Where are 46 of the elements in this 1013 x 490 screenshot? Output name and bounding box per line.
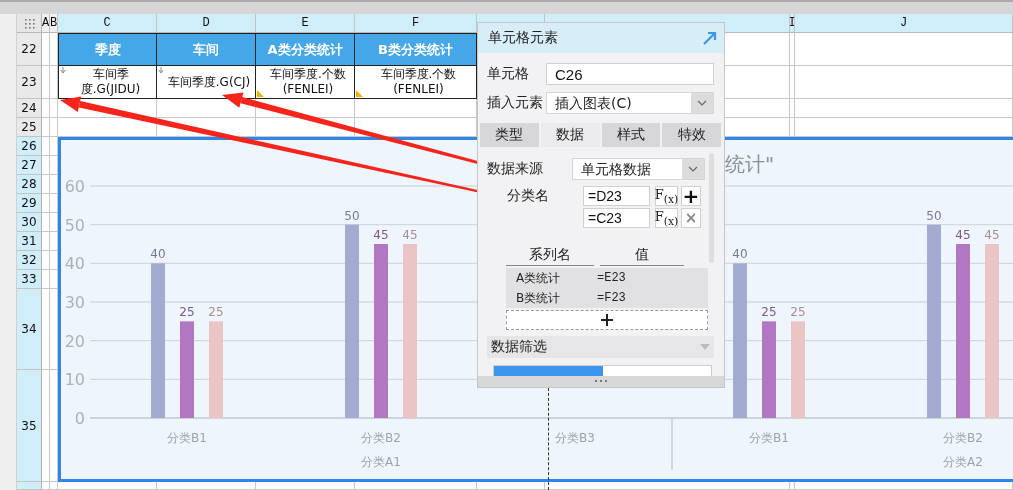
- category-label: 分类B1: [167, 431, 207, 445]
- axis-label: 30: [64, 293, 85, 312]
- table-cell-text: 车间季度.G(JIDU): [79, 67, 142, 97]
- category-label: 分类B1: [749, 431, 789, 445]
- table-header-cell: 季度: [58, 33, 157, 66]
- data-label: 45: [984, 228, 1000, 242]
- table-header-cell: B类分类统计: [355, 33, 477, 66]
- data-label: 50: [344, 208, 360, 223]
- table-header-cell: A类分类统计: [256, 33, 355, 66]
- series-name: B类统计: [515, 289, 562, 307]
- field-label: 数据来源: [487, 160, 544, 178]
- series-value: =F23: [597, 291, 626, 305]
- group-label: 分类A1: [361, 455, 401, 469]
- data-label: 45: [402, 228, 418, 242]
- axis-label: 0: [74, 409, 85, 428]
- axis-label: 40: [64, 254, 85, 274]
- data-label: 25: [761, 305, 777, 320]
- series-name: A类统计: [515, 269, 562, 287]
- category-label: 分类B2: [943, 431, 983, 445]
- panel-title: 单元格元素: [488, 29, 558, 47]
- axis-label: 20: [64, 331, 85, 351]
- group-label: 分类A2: [943, 455, 983, 469]
- field-label: 单元格: [487, 65, 530, 83]
- data-label: 40: [150, 247, 166, 262]
- axis-label: 60: [64, 177, 85, 196]
- category-label: 分类B3: [555, 431, 595, 445]
- table-header-cell: 车间: [157, 33, 256, 66]
- table-cell-text: 车间季度.个数(FENLEI): [379, 67, 458, 97]
- data-label: 50: [926, 208, 942, 223]
- axis-label: 50: [64, 215, 85, 235]
- data-label: 25: [179, 305, 195, 320]
- category-label: 分类B2: [361, 431, 401, 445]
- data-label: 45: [955, 228, 971, 242]
- table-cell: 车间季度.G(CJ): [167, 74, 251, 90]
- column-heading: 值: [600, 246, 684, 266]
- data-label: 40: [732, 247, 748, 262]
- column-heading: 系列名: [506, 246, 594, 266]
- field-label: 分类名: [506, 187, 550, 205]
- field-label: 插入元素: [487, 94, 544, 112]
- series-value: =E23: [597, 271, 626, 285]
- data-label: 45: [373, 228, 389, 242]
- table-cell-text: 车间季度.个数(FENLEI): [269, 67, 347, 97]
- data-label: 25: [790, 305, 806, 320]
- axis-label: 10: [64, 370, 85, 390]
- data-label: 25: [208, 305, 224, 320]
- chart-title: 统计": [725, 152, 775, 176]
